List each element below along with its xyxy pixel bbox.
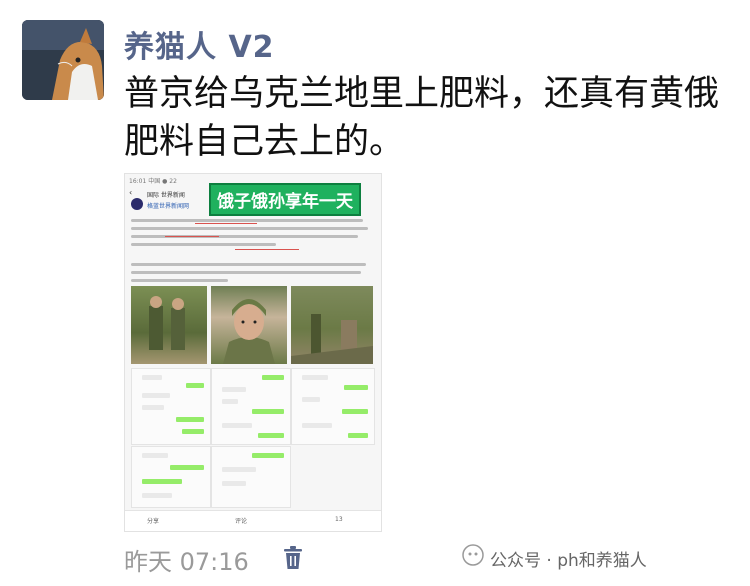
soldier-selfie-photo xyxy=(211,286,287,364)
soldiers-photo xyxy=(131,286,207,364)
image-account-name: 格蓝世界新闻网 xyxy=(147,203,190,210)
chat-screenshot xyxy=(211,368,291,445)
image-like-count: 13 xyxy=(335,516,343,523)
chat-screenshot xyxy=(131,368,211,445)
wechat-official-account-icon xyxy=(462,544,484,566)
image-back-icon: ‹ xyxy=(129,188,133,197)
image-nav-title: 国际 世界新闻 xyxy=(147,192,185,199)
image-account-avatar xyxy=(131,198,143,210)
image-status-header: 16:01 中国 ● 22 xyxy=(129,178,177,185)
image-bottom-bar: 分享 评论 13 xyxy=(125,510,381,531)
highlight-underline xyxy=(165,236,219,237)
highlight-underline xyxy=(235,249,299,250)
image-share-label: 分享 xyxy=(147,518,160,525)
author-name[interactable]: 养猫人 V2 xyxy=(124,22,275,66)
chat-screenshot xyxy=(131,446,211,508)
chat-screenshot xyxy=(211,446,291,508)
author-avatar[interactable] xyxy=(22,20,104,100)
highlight-underline xyxy=(195,223,257,224)
post-text: 普京给乌克兰地里上肥料，还真有黄俄肥料自己去上的。 xyxy=(124,74,720,162)
image-paragraph-1 xyxy=(131,214,373,254)
image-comment-label: 评论 xyxy=(235,518,248,525)
post-timestamp: 昨天 07:16 xyxy=(124,548,249,576)
watermark-text: 公众号 · ph和养猫人 xyxy=(490,551,647,571)
image-overlay-caption: 饿子饿孙享年一天 xyxy=(209,183,361,216)
chat-screenshot xyxy=(291,368,375,445)
post-image[interactable]: 16:01 中国 ● 22 ‹ 国际 世界新闻 格蓝世界新闻网 饿子饿孙享年一天 xyxy=(124,173,382,532)
delete-icon[interactable] xyxy=(283,546,303,570)
field-photo xyxy=(291,286,373,364)
